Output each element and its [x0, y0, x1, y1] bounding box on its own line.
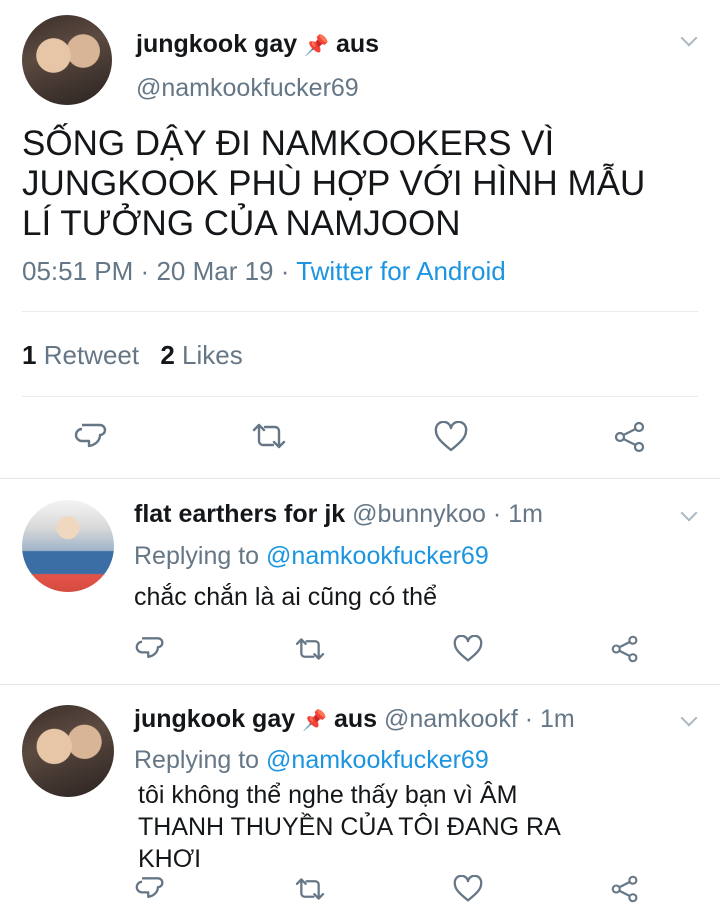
- retweet-stat[interactable]: 1 Retweet: [22, 340, 146, 370]
- likes-stat[interactable]: 2 Likes: [160, 340, 242, 370]
- divider: [22, 396, 698, 397]
- pin-emoji: 📌: [304, 35, 329, 57]
- tweet-date: 20 Mar 19: [156, 256, 274, 286]
- replying-to-link[interactable]: @namkookfucker69: [266, 542, 489, 570]
- like-icon[interactable]: [452, 875, 484, 903]
- reply-text: chắc chắn là ai cũng có thể: [134, 583, 437, 611]
- reply-header: jungkook gay 📌 aus @namkookf · 1m: [134, 705, 575, 733]
- avatar[interactable]: [22, 705, 114, 797]
- divider: [0, 478, 720, 479]
- chevron-down-icon[interactable]: [680, 709, 698, 727]
- user-handle[interactable]: @namkookfucker69: [136, 74, 359, 103]
- reply-icon[interactable]: [135, 873, 165, 903]
- retweet-icon[interactable]: [293, 636, 327, 662]
- reply-icon[interactable]: [74, 419, 108, 453]
- reply-text-line: THANH THUYỀN CỦA TÔI ĐANG RA: [138, 813, 561, 841]
- tweet-source-link[interactable]: Twitter for Android: [296, 256, 506, 286]
- replying-to: Replying to @namkookfucker69: [134, 542, 489, 570]
- user-handle[interactable]: @namkookf: [384, 705, 518, 733]
- replying-to: Replying to @namkookfucker69: [134, 746, 489, 774]
- reply-text-line: tôi không thể nghe thấy bạn vì ÂM: [138, 781, 518, 809]
- avatar[interactable]: [22, 15, 112, 105]
- tweet-stats: 1 Retweet 2 Likes: [22, 340, 243, 371]
- reply-time: 1m: [540, 705, 575, 733]
- display-name[interactable]: jungkook gay 📌 aus: [136, 30, 379, 59]
- avatar[interactable]: [22, 500, 114, 592]
- retweet-icon[interactable]: [250, 421, 288, 451]
- reply-icon[interactable]: [135, 633, 165, 663]
- chevron-down-icon[interactable]: [680, 504, 698, 522]
- tweet-text-line: SỐNG DẬY ĐI NAMKOOKERS VÌ: [22, 124, 555, 163]
- share-icon[interactable]: [612, 421, 648, 453]
- chevron-down-icon[interactable]: [680, 29, 698, 47]
- tweet-text-line: LÍ TƯỞNG CỦA NAMJOON: [22, 204, 461, 243]
- like-icon[interactable]: [433, 421, 469, 453]
- divider: [22, 311, 698, 312]
- tweet-time: 05:51 PM: [22, 256, 134, 286]
- replying-to-link[interactable]: @namkookfucker69: [266, 746, 489, 774]
- tweet-text-line: JUNGKOOK PHÙ HỢP VỚI HÌNH MẪU: [22, 164, 646, 203]
- share-icon[interactable]: [609, 875, 641, 903]
- display-name[interactable]: flat earthers for jk: [134, 500, 345, 528]
- tweet-text: SỐNG DẬY ĐI NAMKOOKERS VÌ JUNGKOOK PHÙ H…: [22, 124, 645, 244]
- reply-text-line: KHƠI: [138, 845, 202, 873]
- reply-text: tôi không thể nghe thấy bạn vì ÂM THANH …: [138, 779, 561, 875]
- display-name[interactable]: jungkook gay 📌 aus: [134, 705, 384, 733]
- divider: [0, 684, 720, 685]
- reply-time: 1m: [508, 500, 543, 528]
- reply-header: flat earthers for jk @bunnykoo · 1m: [134, 500, 543, 528]
- like-icon[interactable]: [452, 635, 484, 663]
- pin-emoji: 📌: [302, 710, 327, 732]
- user-handle[interactable]: @bunnykoo: [352, 500, 486, 528]
- tweet-meta: 05:51 PM · 20 Mar 19 · Twitter for Andro…: [22, 256, 506, 286]
- share-icon[interactable]: [609, 635, 641, 663]
- retweet-icon[interactable]: [293, 876, 327, 902]
